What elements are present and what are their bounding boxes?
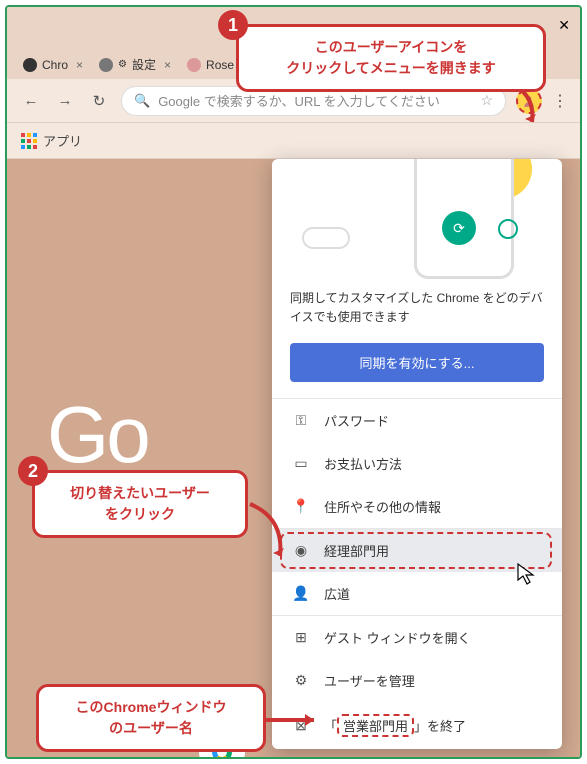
close-icon[interactable]: ×: [164, 58, 171, 72]
menu-label: 「営業部門用」を終了: [324, 714, 466, 737]
gear-icon: ⚙: [292, 672, 310, 689]
menu-guest-window[interactable]: ⊞ ゲスト ウィンドウを開く: [272, 616, 562, 659]
tab-label: 設定: [132, 56, 156, 73]
annotation-callout-2: 切り替えたいユーザーをクリック: [32, 470, 248, 538]
menu-label: 広道: [324, 584, 350, 603]
omnibox-placeholder: Google で検索するか、URL を入力してください: [158, 91, 440, 110]
search-icon: 🔍: [134, 93, 150, 109]
card-icon: ▭: [292, 455, 310, 472]
menu-payments[interactable]: ▭ お支払い方法: [272, 442, 562, 485]
annotation-arrow: [262, 706, 328, 736]
sync-icon: ⟳: [442, 211, 476, 245]
menu-label: お支払い方法: [324, 454, 402, 473]
tab-settings[interactable]: ⚙設定×: [91, 50, 179, 79]
annotation-arrow: [244, 498, 304, 568]
sync-description: 同期してカスタマイズした Chrome をどのデバイスでも使用できます: [272, 279, 562, 331]
profile-menu: ⟳ 同期してカスタマイズした Chrome をどのデバイスでも使用できます 同期…: [272, 159, 562, 749]
google-logo: Go: [47, 389, 148, 481]
guest-icon: ⊞: [292, 629, 310, 646]
menu-label: パスワード: [324, 411, 389, 430]
annotation-badge-1: 1: [218, 10, 248, 40]
close-icon[interactable]: ×: [76, 58, 83, 72]
reload-button[interactable]: ↻: [87, 92, 111, 110]
menu-manage-users[interactable]: ⚙ ユーザーを管理: [272, 659, 562, 702]
window-close-button[interactable]: ✕: [558, 17, 570, 34]
annotation-callout-1: このユーザーアイコンをクリックしてメニューを開きます: [236, 24, 546, 92]
enable-sync-button[interactable]: 同期を有効にする...: [290, 343, 544, 382]
mouse-cursor: [516, 562, 536, 586]
tab-label: Chro: [42, 58, 68, 72]
tab-label: Rose: [206, 58, 234, 72]
tab-chrome[interactable]: Chro ×: [15, 50, 91, 79]
menu-label: 住所やその他の情報: [324, 497, 441, 516]
sync-hero: ⟳: [272, 159, 562, 279]
menu-label: 経理部門用: [324, 541, 389, 560]
annotation-highlight: 営業部門用: [337, 714, 414, 737]
annotation-badge-2: 2: [18, 456, 48, 486]
menu-label: ユーザーを管理: [324, 671, 415, 690]
menu-addresses[interactable]: 📍住所やその他の情報: [272, 485, 562, 528]
apps-label[interactable]: アプリ: [43, 131, 82, 150]
annotation-highlight: [280, 532, 552, 569]
key-icon: ⚿: [292, 412, 310, 429]
menu-label: ゲスト ウィンドウを開く: [324, 628, 471, 647]
apps-icon[interactable]: [21, 133, 37, 149]
back-button[interactable]: ←: [19, 92, 43, 109]
annotation-callout-3: このChromeウィンドウのユーザー名: [36, 684, 266, 752]
more-menu-button[interactable]: ⋮: [552, 91, 568, 111]
avatar-icon: 👤: [292, 585, 310, 602]
menu-passwords[interactable]: ⚿ パスワード: [272, 399, 562, 442]
forward-button[interactable]: →: [53, 92, 77, 109]
